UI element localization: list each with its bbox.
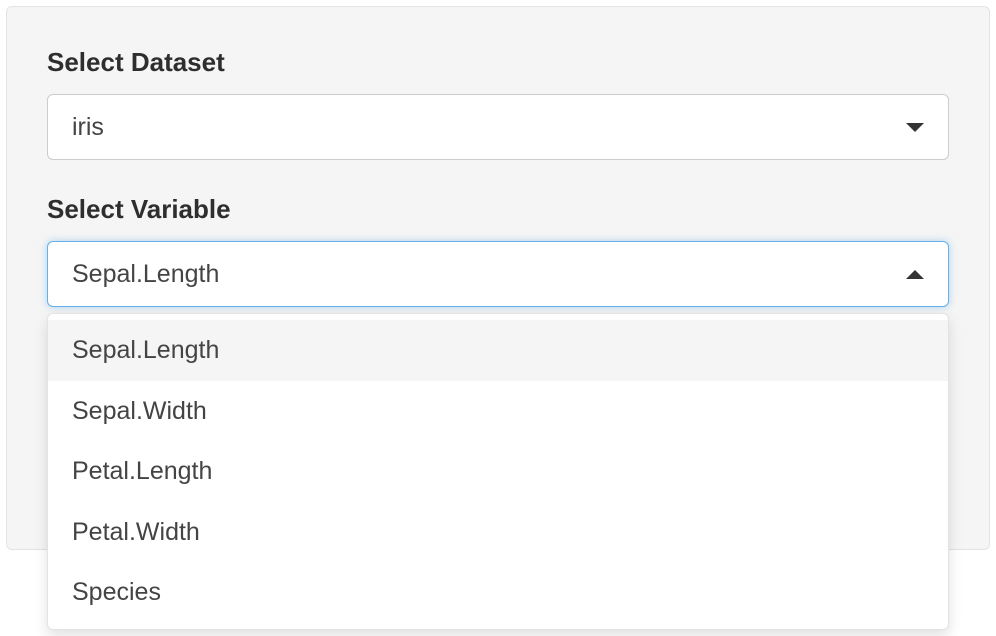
dataset-label: Select Dataset <box>47 47 949 78</box>
dataset-select[interactable]: iris <box>47 94 949 160</box>
dataset-selected-value: iris <box>72 113 104 142</box>
dropdown-option[interactable]: Sepal.Length <box>48 320 948 381</box>
dataset-form-group: Select Dataset iris <box>47 47 949 160</box>
caret-up-icon <box>906 270 924 279</box>
dropdown-option[interactable]: Petal.Width <box>48 502 948 563</box>
variable-dropdown-wrapper: Sepal.Length Sepal.Length Sepal.Width Pe… <box>47 241 949 307</box>
variable-select[interactable]: Sepal.Length <box>47 241 949 307</box>
dropdown-option[interactable]: Petal.Length <box>48 441 948 502</box>
variable-dropdown-menu: Sepal.Length Sepal.Width Petal.Length Pe… <box>47 313 949 630</box>
caret-down-icon <box>906 123 924 132</box>
dropdown-option[interactable]: Sepal.Width <box>48 381 948 442</box>
variable-label: Select Variable <box>47 194 949 225</box>
variable-selected-value: Sepal.Length <box>72 260 219 289</box>
variable-form-group: Select Variable Sepal.Length Sepal.Lengt… <box>47 194 949 307</box>
dropdown-option[interactable]: Species <box>48 562 948 623</box>
form-panel: Select Dataset iris Select Variable Sepa… <box>6 6 990 550</box>
